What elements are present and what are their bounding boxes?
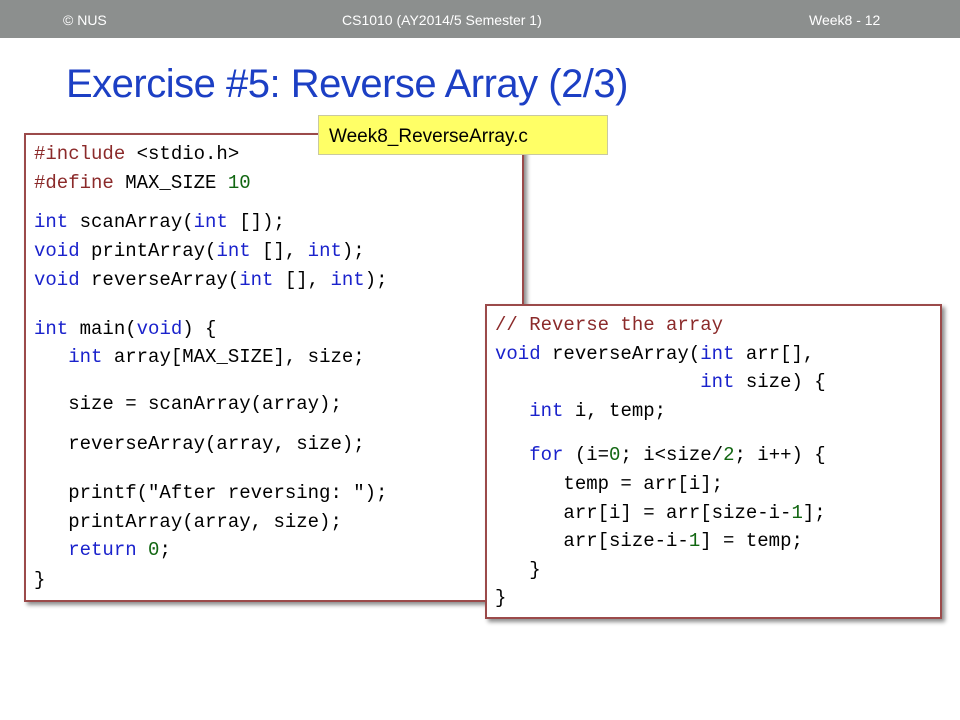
course-label: CS1010 (AY2014/5 Semester 1) <box>342 12 542 28</box>
slide-title: Exercise #5: Reverse Array (2/3) <box>66 62 629 106</box>
code-line: printf("After reversing: "); <box>34 482 388 504</box>
code-line: int scanArray(int []); <box>34 211 285 233</box>
code-line: printArray(array, size); <box>34 511 342 533</box>
code-line: #define MAX_SIZE 10 <box>34 172 251 194</box>
code-line: } <box>495 559 541 581</box>
main-code-box: #include <stdio.h> #define MAX_SIZE 10 i… <box>24 133 524 602</box>
reverse-function-code-box: // Reverse the array void reverseArray(i… <box>485 304 942 619</box>
slide-header-bar: © NUS CS1010 (AY2014/5 Semester 1) Week8… <box>0 0 960 38</box>
code-line: arr[size-i-1] = temp; <box>495 530 803 552</box>
page-number-label: Week8 - 12 <box>809 12 881 28</box>
code-line: int main(void) { <box>34 318 217 340</box>
code-line: } <box>34 569 46 591</box>
code-line: reverseArray(array, size); <box>34 433 365 455</box>
reverse-function-code-listing: // Reverse the array void reverseArray(i… <box>487 306 940 617</box>
code-line: temp = arr[i]; <box>495 473 724 495</box>
main-code-listing: #include <stdio.h> #define MAX_SIZE 10 i… <box>26 135 522 600</box>
code-line: arr[i] = arr[size-i-1]; <box>495 502 826 524</box>
copyright-label: © NUS <box>63 12 107 28</box>
code-line: void reverseArray(int arr[], <box>495 343 815 365</box>
code-line: int size) { <box>700 371 826 393</box>
code-line: int array[MAX_SIZE], size; <box>68 346 365 368</box>
code-line: for (i=0; i<size/2; i++) { <box>529 444 826 466</box>
code-line: return 0; <box>68 539 171 561</box>
code-line: void reverseArray(int [], int); <box>34 269 388 291</box>
code-line: // Reverse the array <box>495 314 724 336</box>
code-line: } <box>495 587 507 609</box>
code-line: int i, temp; <box>529 400 667 422</box>
code-line: #include <stdio.h> <box>34 143 240 165</box>
code-line: void printArray(int [], int); <box>34 240 365 262</box>
filename-label: Week8_ReverseArray.c <box>318 115 608 155</box>
code-line: size = scanArray(array); <box>34 393 342 415</box>
